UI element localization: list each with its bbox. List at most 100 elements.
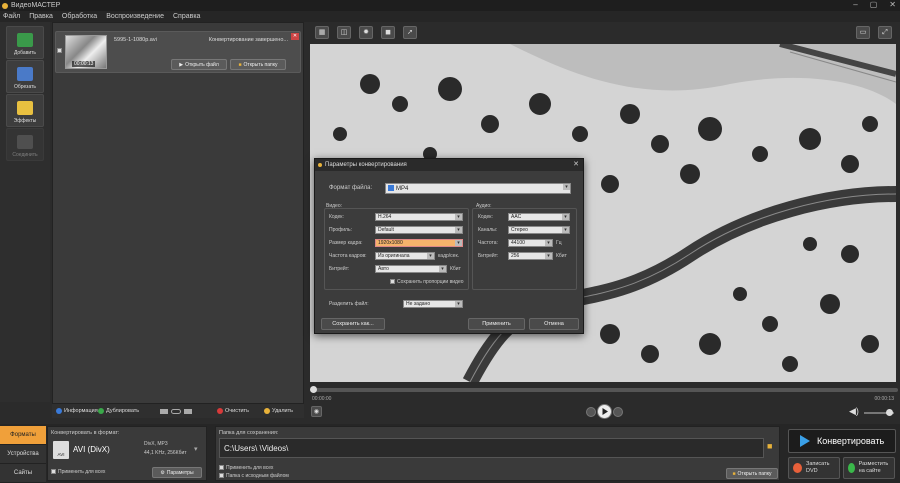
format-label: Формат файла:	[329, 185, 373, 191]
list-view-icon[interactable]	[160, 408, 168, 414]
save-as-button[interactable]: Сохранить как...	[321, 318, 385, 330]
video-bitrate-unit: Кбит	[450, 266, 461, 272]
volume-handle[interactable]	[886, 409, 893, 416]
add-film-icon	[17, 33, 33, 47]
volume-icon[interactable]: ◀)	[849, 406, 859, 417]
format-name[interactable]: AVI (DivX)	[73, 445, 110, 454]
apply-all-checkbox[interactable]: Применить для всех	[51, 469, 105, 475]
tool-panel: Добавить Обрезать Эффекты Соединить	[0, 22, 50, 402]
cancel-button[interactable]: Отмена	[529, 318, 579, 330]
format-details-codec: DivX, MP3	[144, 441, 168, 447]
open-file-button[interactable]: ▶ Открыть файл	[171, 59, 227, 70]
channels-label: Каналы:	[478, 227, 498, 233]
browse-folder-icon[interactable]: ■	[767, 441, 772, 451]
trim-button[interactable]: Обрезать	[6, 60, 44, 93]
channels-select[interactable]: Стерео	[508, 226, 570, 234]
open-folder-button[interactable]: ■ Открыть папку	[230, 59, 286, 70]
maximize-icon[interactable]: ▢	[870, 0, 878, 9]
frame-size-label: Размер кадра:	[329, 240, 363, 246]
keep-aspect-checkbox[interactable]: Сохранить пропорции видео	[390, 279, 464, 285]
save-path-field[interactable]: C:\Users\ \Videos\	[219, 438, 764, 458]
preview-toolbar: ▦ ◫ ✹ ◼ ➚ ▭ ⤢	[306, 22, 900, 44]
fps-select[interactable]: Из оригинала	[375, 252, 435, 260]
snapshot-icon[interactable]: ◉	[311, 406, 322, 417]
magic-wand-icon	[17, 101, 33, 115]
minimize-icon[interactable]: –	[853, 0, 857, 9]
delete-button[interactable]: Удалить	[264, 408, 293, 414]
convert-button[interactable]: Конвертировать	[788, 429, 896, 453]
toggle-icon[interactable]	[171, 408, 181, 414]
duplicate-button[interactable]: Дублировать	[98, 408, 139, 414]
apply-button[interactable]: Применить	[468, 318, 525, 330]
tab-formats[interactable]: Форматы	[0, 426, 46, 445]
rewind-icon[interactable]	[586, 407, 596, 417]
file-name: 5995-1-1080p.avi	[114, 37, 157, 43]
tab-devices[interactable]: Устройства	[0, 445, 46, 464]
split-select[interactable]: Не задано	[403, 300, 463, 308]
fullscreen-icon[interactable]: ⤢	[878, 26, 892, 39]
dialog-title: Параметры конвертирования	[315, 159, 583, 171]
apply-all-save-checkbox[interactable]: Применить для всех	[219, 465, 273, 471]
join-icon	[17, 135, 33, 149]
clear-button[interactable]: Очистить	[217, 408, 249, 414]
source-folder-check-icon[interactable]	[219, 473, 224, 479]
apply-all-save-check-icon[interactable]	[219, 465, 224, 471]
app-title: ВидеоМАСТЕР	[11, 2, 61, 9]
menu-playback[interactable]: Воспроизведение	[106, 13, 164, 20]
dialog-close-icon[interactable]: ✕	[573, 159, 579, 171]
publish-button[interactable]: Разместить на сайте	[843, 457, 895, 479]
audio-bitrate-select[interactable]: 256	[508, 252, 553, 260]
seek-handle[interactable]	[310, 386, 317, 393]
globe-icon	[848, 463, 855, 473]
list-item[interactable]: 00:00:13 5995-1-1080p.avi Конвертировани…	[55, 31, 301, 73]
audio-codec-select[interactable]: AAC	[508, 213, 570, 221]
speed-icon[interactable]: ➚	[403, 26, 417, 39]
menu-edit[interactable]: Правка	[29, 13, 53, 20]
menu-help[interactable]: Справка	[173, 13, 200, 20]
forward-icon[interactable]	[613, 407, 623, 417]
file-checkbox[interactable]	[57, 48, 62, 53]
close-icon[interactable]: ✕	[889, 0, 896, 9]
remove-item-icon[interactable]: ✕	[291, 33, 299, 40]
open-save-folder-button[interactable]: ■ Открыть папку	[726, 468, 778, 479]
aspect-ratio-icon[interactable]: ▭	[856, 26, 870, 39]
scissors-icon	[17, 67, 33, 81]
filmstrip-icon[interactable]: ▦	[315, 26, 329, 39]
info-button[interactable]: Информация	[56, 408, 98, 414]
video-codec-select[interactable]: H.264	[375, 213, 463, 221]
list-toolbar: Информация Дублировать Очистить Удалить	[52, 404, 304, 418]
add-button[interactable]: Добавить	[6, 26, 44, 59]
view-toggle[interactable]	[160, 408, 192, 414]
seek-bar[interactable]	[312, 388, 898, 392]
menu-processing[interactable]: Обработка	[62, 13, 97, 20]
folder-icon: ■	[238, 61, 242, 68]
menu-file[interactable]: Файл	[3, 13, 20, 20]
parameters-button[interactable]: ⚙ Параметры	[152, 467, 202, 478]
dvd-icon	[793, 463, 802, 473]
source-folder-checkbox[interactable]: Папка с исходным файлом	[219, 473, 289, 479]
menu-bar: Файл Правка Обработка Воспроизведение Сп…	[0, 11, 900, 22]
frequency-select[interactable]: 44100	[508, 239, 553, 247]
keep-aspect-check-icon[interactable]	[390, 279, 395, 285]
tab-sites[interactable]: Сайты	[0, 464, 46, 483]
grid-view-icon[interactable]	[184, 408, 192, 414]
timeline: 00:00:00 00:00:13 ◉ ◀)	[306, 382, 900, 424]
join-button[interactable]: Соединить	[6, 128, 44, 161]
format-dropdown-icon[interactable]: ▾	[194, 445, 198, 453]
crop-icon[interactable]: ◫	[337, 26, 351, 39]
info-icon	[56, 408, 62, 414]
brightness-icon[interactable]: ✹	[359, 26, 373, 39]
profile-select[interactable]: Default	[375, 226, 463, 234]
current-time: 00:00:00	[312, 396, 332, 402]
effects-button[interactable]: Эффекты	[6, 94, 44, 127]
apply-all-check-icon[interactable]	[51, 469, 56, 475]
convert-arrow-icon	[800, 435, 810, 447]
frame-size-select[interactable]: 1920x1080	[375, 239, 463, 247]
video-bitrate-select[interactable]: Авто	[375, 265, 447, 273]
format-select[interactable]: MP4	[385, 183, 571, 194]
convert-to-label: Конвертировать в формат:	[51, 430, 120, 436]
camera-icon[interactable]: ◼	[381, 26, 395, 39]
play-button[interactable]	[597, 404, 612, 419]
save-folder-label: Папка для сохранения:	[219, 430, 279, 436]
burn-dvd-button[interactable]: Записать DVD	[788, 457, 840, 479]
